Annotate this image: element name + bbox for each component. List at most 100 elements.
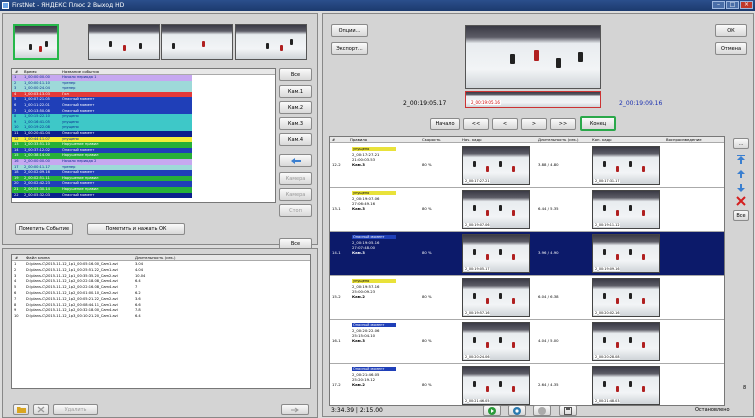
header-speed: Скорость [422,137,441,142]
file-name: D:\plans-C\2015-11-12_1p1_00:25:51.22_Ca… [26,267,118,272]
file-name: D:\plans-C\2015-11-12_1p2_00:08:44.11_Ca… [26,302,118,307]
file-row[interactable]: 4 D:\plans-C\2015-11-12_1p2_00:22:18.08_C… [12,279,310,285]
disabled-button-2[interactable]: Камера [279,188,312,201]
arrow-up-icon [737,170,745,178]
all-clips-button[interactable]: Все [733,210,749,221]
go-end-button[interactable]: Конец [580,116,616,131]
file-row[interactable]: 1 D:\plans-C\2015-11-12_1p1_00:05:16.00_C… [12,262,310,268]
mark-and-ok-button[interactable]: Пометить и нажать ОК [87,223,185,235]
clip-start-frame: 2_00:21:46.05 [462,366,530,405]
clip-row[interactable]: 14-1 Опасный момент 2_00:19:05.16 27:07:48.… [330,232,724,276]
clip-speed: 80 % [422,338,432,343]
file-row[interactable]: 7 D:\plans-C\2015-11-12_1p2_00:05:21.22_C… [12,297,310,303]
clip-number: 13-1 [332,206,341,211]
clip-end-frame: 2_00:19:09.16 [592,234,660,273]
clip-camera: Кам.3 [352,250,365,255]
clip-table[interactable]: # Правило Скорость Нач. кадр Длительност… [329,136,725,406]
more-button[interactable]: ... [733,138,749,149]
file-n: 10 [14,314,19,319]
minimize-icon[interactable]: – [712,1,725,9]
folder-icon [16,407,26,413]
frame-timecode: 2_00:19:09.16 [594,267,621,271]
file-row[interactable]: 5 D:\plans-C\2015-11-12_1p2_00:22:16.08_C… [12,285,310,291]
play-button[interactable] [483,405,501,416]
frame-timecode: 2_00:17:31.17 [594,179,621,183]
file-row[interactable]: 9 D:\plans-C\2015-11-12_1p2_00:32:18.00_C… [12,308,310,314]
clip-camera: Кам.3 [352,206,365,211]
clip-duration: 3.96 / 4.90 [538,250,559,255]
file-row[interactable]: 10 D:\plans-C\2015-11-12_1p3_00:10:21.20_… [12,314,310,320]
clip-speed: 80 % [422,294,432,299]
time-in-label: 2_00:19:05.17 [403,100,447,107]
next-button[interactable] [281,404,309,415]
mark-event-button[interactable]: Пометить Событие [15,223,73,235]
clip-row[interactable]: 17-2 Опасный момент 2_00:21:46.05 25:20:19.… [330,364,724,405]
status-time: 3:34.39 | 2:15.00 [331,407,383,414]
step-forward-2-button[interactable]: >> [550,118,576,130]
step-back-2-button[interactable]: << [463,118,489,130]
file-row[interactable]: 2 D:\plans-C\2015-11-12_1p1_00:25:51.22_C… [12,268,310,274]
frame-timecode: 2_00:19:57.16 [464,311,491,315]
clip-duration: 6.44 / 5.35 [538,206,559,211]
sort-button[interactable] [279,154,312,167]
clip-row[interactable]: 13-1 упущено 2_00:19:07.06 27:06:49.16 Кам.3… [330,188,724,232]
stop-button[interactable] [533,405,551,416]
close-icon[interactable]: × [740,1,753,9]
file-duration: 6.6 [135,302,141,307]
camera-thumbnail-4[interactable] [235,24,307,60]
clip-number: 14-1 [332,250,341,255]
delete-clip-button[interactable] [733,195,749,207]
clip-end-frame: 2_00:17:31.17 [592,146,660,185]
go-start-button[interactable]: Начало [430,118,460,130]
camera-thumbnail-2[interactable] [88,24,160,60]
step-back-button[interactable]: < [492,118,518,130]
move-down-button[interactable] [733,182,749,194]
clip-end-frame: 2_00:19:11.12 [592,190,660,229]
disabled-button-3[interactable]: Стоп [279,204,312,217]
disabled-button-1[interactable]: Камера [279,172,312,185]
event-time: 2_00:05:32.03 [24,192,50,197]
record-button[interactable] [508,405,526,416]
delete-file-button[interactable] [33,404,49,415]
clip-row[interactable]: 16-1 Опасный момент 2_00:20:22.06 25:15:04.… [330,320,724,364]
step-forward-button[interactable]: > [521,118,547,130]
clip-start-frame: 2_00:19:07.06 [462,190,530,229]
move-top-button[interactable] [733,154,749,166]
sort-icon [290,157,301,164]
maximize-icon[interactable]: □ [726,1,739,9]
camera-3-button[interactable]: Кам.3 [279,117,312,130]
file-name: D:\plans-C\2015-11-12_1p1_00:05:16.00_Ca… [26,262,118,266]
file-row[interactable]: 8 D:\plans-C\2015-11-12_1p2_00:08:44.11_C… [12,303,310,309]
frame-timecode: 2_00:19:05.17 [464,267,491,271]
events-list[interactable]: # Время Название события 1 1_00:00:00.00 Н… [11,68,276,203]
move-up-button[interactable] [733,168,749,180]
file-n: 2 [14,267,17,272]
clip-label: упущено [352,191,396,195]
event-row[interactable]: 22 2_00:05:32.03 Опасный момент [12,192,192,199]
camera-4-button[interactable]: Кам.4 [279,133,312,146]
all-cameras-button[interactable]: Все [279,68,312,81]
camera-thumbnail-1[interactable] [13,24,59,60]
camera-thumbnail-3[interactable] [161,24,233,60]
clip-files-list[interactable]: # Файл клипа Длительность (сек.) 1 D:\pla… [11,254,311,389]
clip-label: упущено [352,147,396,151]
save-button[interactable] [559,405,577,416]
clip-start-frame: 2_00:19:57.16 [462,278,530,317]
folder-button[interactable] [13,404,29,415]
remove-button[interactable]: Удалить [53,404,98,415]
export-button[interactable]: Экспорт... [331,42,368,55]
file-n: 5 [14,285,17,290]
camera-2-button[interactable]: Кам.2 [279,101,312,114]
clip-row[interactable]: 15-2 упущено 2_00:19:57.16 25:00:09.23 Кам.2… [330,276,724,320]
clip-speed: 80 % [422,162,432,167]
clip-start-frame: 2_00:19:05.17 [462,234,530,273]
options-button[interactable]: Опции... [331,24,368,37]
file-row[interactable]: 3 D:\plans-C\2015-11-12_1p1_00:35:35.20_C… [12,274,310,280]
ok-button[interactable]: ОК [715,24,747,37]
clip-row[interactable]: 12-2 упущено 2_00:17:27.21 21:00:03.53 Кам.3… [330,144,724,188]
camera-1-button[interactable]: Кам.1 [279,85,312,98]
file-row[interactable]: 6 D:\plans-C\2015-11-12_1p2_00:01:00.10_C… [12,291,310,297]
clip-label: Опасный момент [352,235,396,239]
cancel-button[interactable]: Отмена [715,42,747,55]
arrow-down-icon [737,184,745,192]
